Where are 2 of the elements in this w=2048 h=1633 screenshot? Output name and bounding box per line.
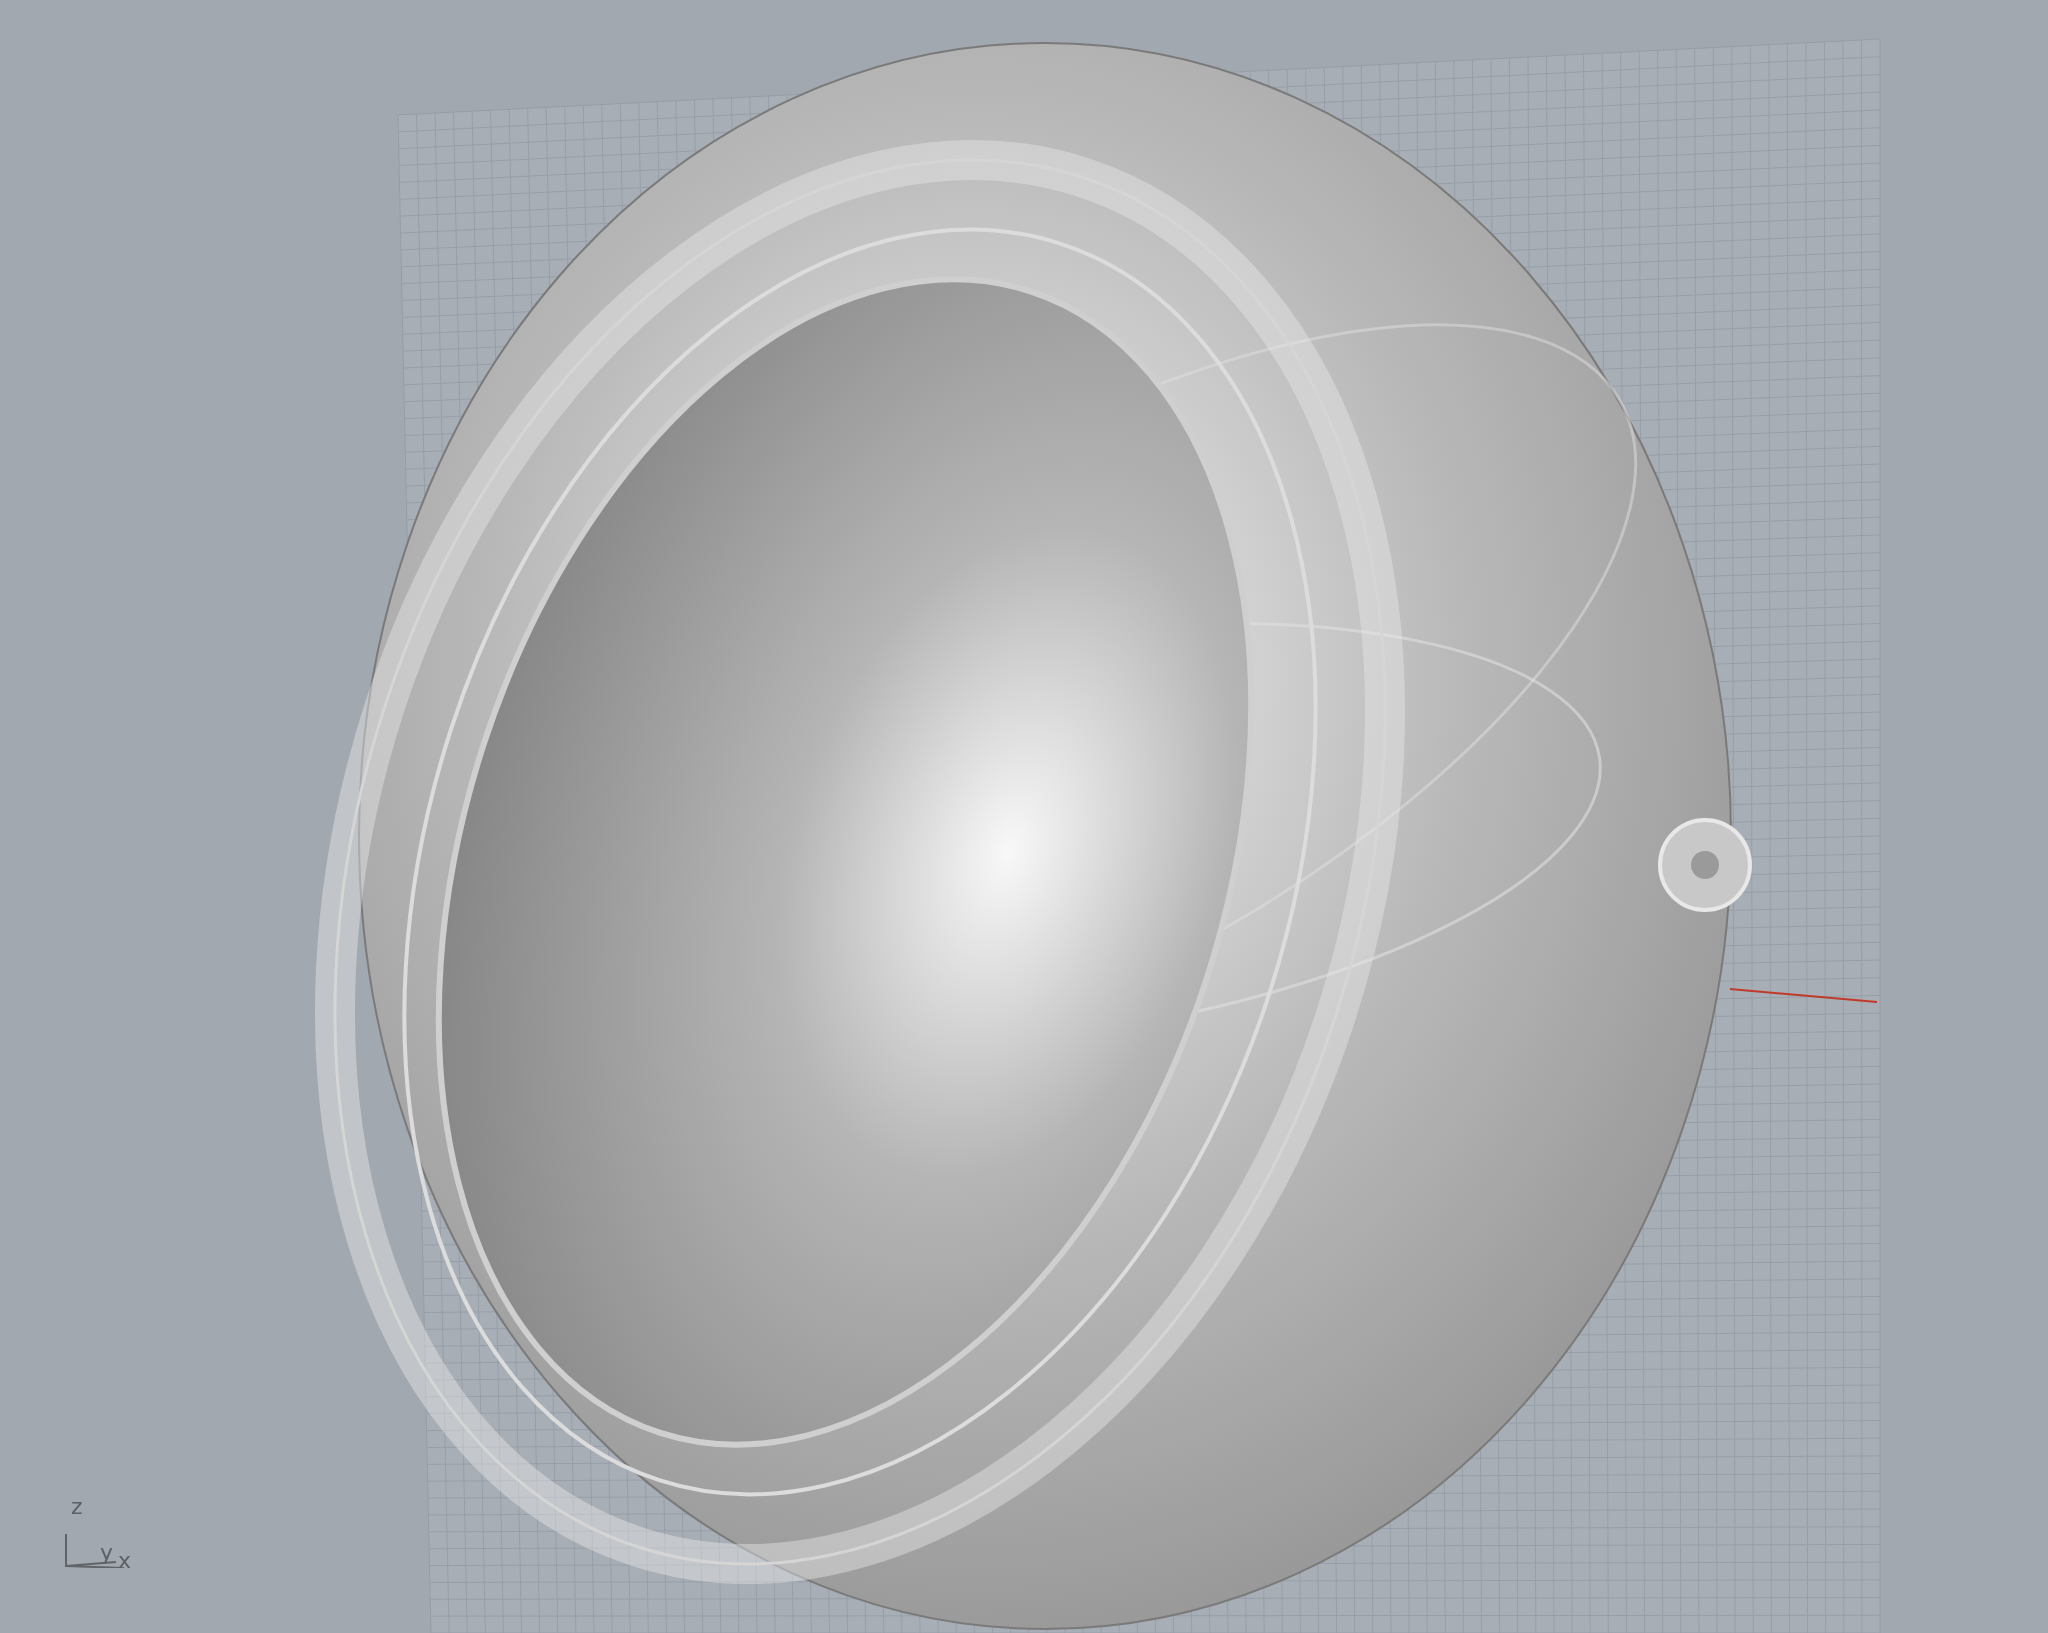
- axis-label: z: [71, 1496, 83, 1518]
- axis-label: x: [118, 1550, 132, 1572]
